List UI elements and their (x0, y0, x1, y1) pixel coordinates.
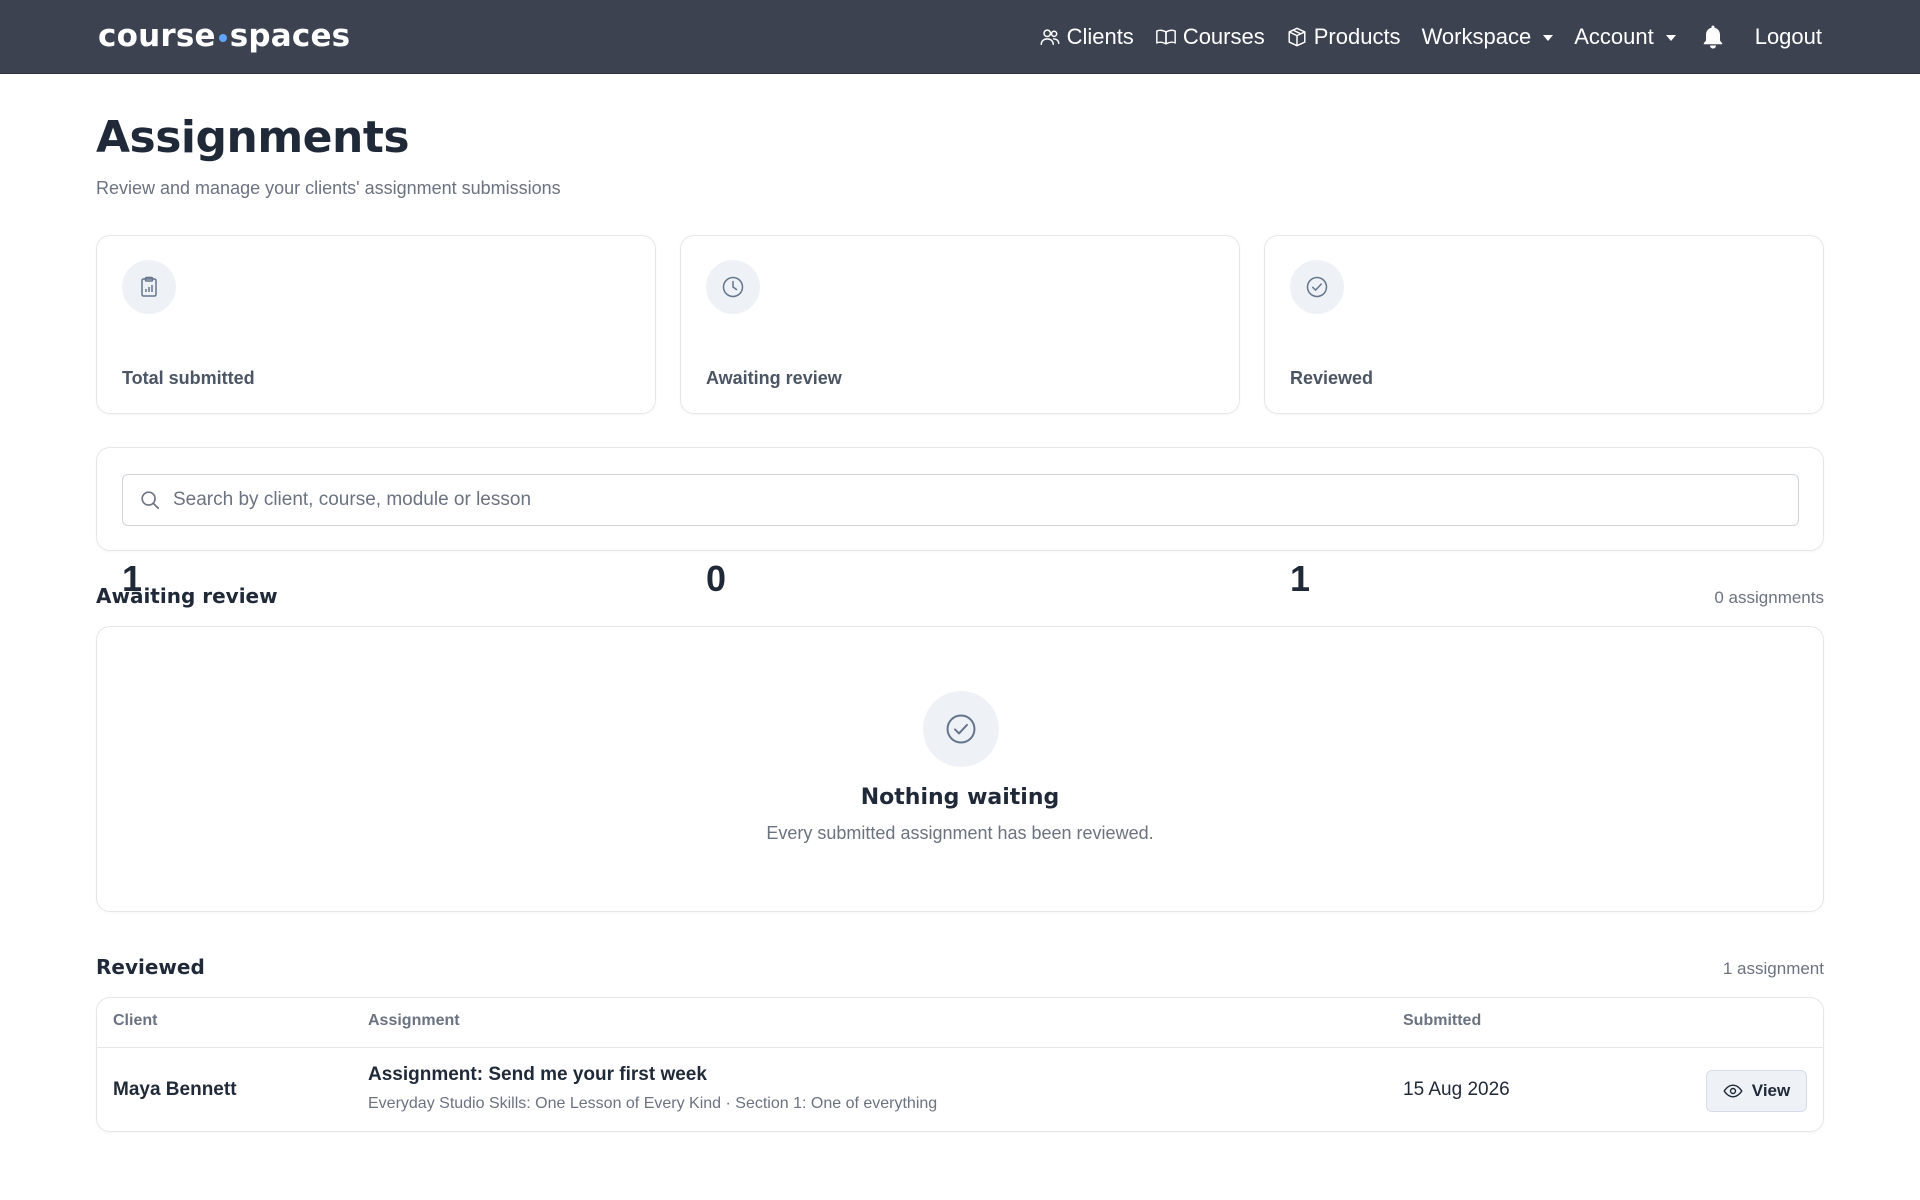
stat-card-reviewed: 1 Reviewed (1264, 235, 1824, 599)
awaiting-empty-state: Nothing waiting Every submitted assignme… (96, 626, 1824, 912)
search-input[interactable] (173, 489, 1773, 511)
nav-workspace-label: Workspace (1421, 24, 1532, 49)
empty-text: Every submitted assignment has been revi… (766, 823, 1154, 843)
reviewed-section-title: Reviewed (96, 955, 205, 979)
awaiting-section-title: Awaiting review (96, 584, 278, 608)
stat-icon-wrap (706, 260, 760, 314)
nav-courses[interactable]: Courses (1155, 24, 1265, 50)
chevron-down-icon (1665, 35, 1676, 41)
stat-icon-wrap (1290, 260, 1344, 314)
awaiting-count: 0 assignments (1714, 588, 1824, 607)
users-icon (1040, 29, 1060, 46)
table-row: Maya Bennett Assignment: Send me your fi… (97, 1048, 1823, 1131)
eye-icon (1723, 1084, 1743, 1098)
assignment-title: Assignment: Send me your first week (368, 1064, 707, 1085)
nav-clients-label: Clients (1066, 24, 1134, 49)
stat-label: Awaiting review (706, 368, 842, 388)
empty-icon-wrap (923, 691, 999, 767)
stat-label: Reviewed (1290, 368, 1374, 388)
page-subtitle: Review and manage your clients' assignme… (96, 178, 561, 198)
notifications-button[interactable] (1702, 24, 1730, 50)
stat-icon-wrap (122, 260, 176, 314)
nav-products[interactable]: Products (1286, 24, 1401, 50)
view-button[interactable]: View (1706, 1070, 1807, 1112)
nav-account-label: Account (1574, 24, 1654, 49)
empty-title: Nothing waiting (860, 785, 1060, 810)
top-navbar: course spaces Clients Courses Products Wo… (0, 0, 1920, 74)
stat-card-awaiting-review: 0 Awaiting review (680, 235, 1240, 599)
reviewed-table: Client Assignment Submitted Maya Bennett… (96, 997, 1824, 1132)
nav-clients[interactable]: Clients (1039, 24, 1134, 50)
box-icon (1288, 27, 1306, 47)
logout-label: Logout (1754, 24, 1822, 49)
assignment-context: Everyday Studio Skills: One Lesson of Ev… (368, 1095, 938, 1112)
stat-value: 0 (706, 558, 727, 599)
clipboard-chart-icon (141, 276, 157, 297)
book-icon (1155, 29, 1176, 45)
nav-workspace-dropdown[interactable]: Workspace (1422, 24, 1554, 50)
stat-value: 1 (1290, 558, 1311, 599)
check-circle-icon (1306, 276, 1328, 298)
search-box[interactable] (122, 474, 1799, 526)
page-title: Assignments (96, 112, 410, 163)
main-nav: Clients Courses Products Workspace Accou… (1039, 0, 1822, 74)
search-icon (141, 491, 160, 510)
client-name: Maya Bennett (113, 1079, 237, 1100)
nav-products-label: Products (1313, 24, 1401, 49)
view-button-label: View (1751, 1081, 1791, 1100)
column-header-submitted: Submitted (1403, 1012, 1482, 1029)
column-header-client: Client (113, 1012, 158, 1029)
logout-link[interactable]: Logout (1755, 24, 1822, 50)
reviewed-count: 1 assignment (1722, 959, 1824, 978)
check-circle-icon (946, 714, 976, 744)
stat-card-total-submitted: 1 Total submitted (96, 235, 656, 599)
brand-right: spaces (229, 18, 351, 54)
nav-courses-label: Courses (1182, 24, 1265, 49)
table-header: Client Assignment Submitted (97, 998, 1823, 1048)
column-header-assignment: Assignment (368, 1012, 460, 1029)
search-card (96, 447, 1824, 551)
clock-icon (722, 276, 744, 298)
bell-icon (1703, 25, 1722, 49)
brand-logo[interactable]: course spaces (98, 16, 350, 56)
brand-dot (218, 34, 227, 42)
nav-account-dropdown[interactable]: Account (1574, 24, 1676, 50)
brand-left: course (98, 18, 216, 54)
stat-label: Total submitted (122, 368, 255, 388)
submitted-date: 15 Aug 2026 (1403, 1079, 1510, 1100)
chevron-down-icon (1543, 35, 1554, 41)
